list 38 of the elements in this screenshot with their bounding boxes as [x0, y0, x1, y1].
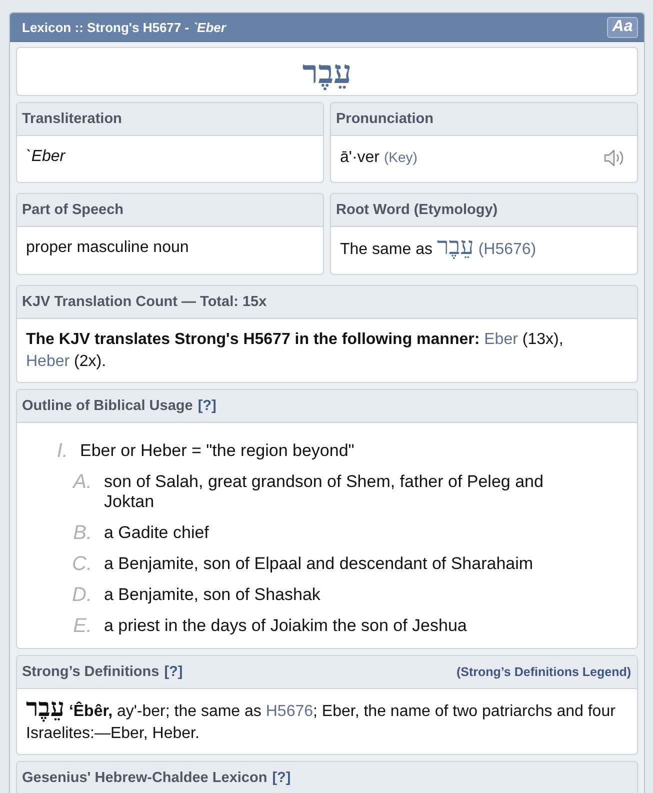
outline-marker: A.: [71, 472, 92, 495]
hebrew-headword: עֵבֶר: [302, 52, 352, 92]
pronunciation-text: ā'·ver (Key): [340, 148, 418, 168]
card-heading: Gesenius' Hebrew-Chaldee Lexicon: [22, 770, 268, 786]
legend-link[interactable]: (Strong’s Definitions Legend): [456, 665, 631, 679]
outline-text: a Benjamite, son of Shashak: [104, 585, 320, 605]
part-of-speech-text: proper masculine noun: [26, 239, 189, 256]
card-heading: Part of Speech: [22, 202, 124, 218]
strongs-number-link[interactable]: H5676: [266, 703, 314, 720]
key-link[interactable]: (Key): [384, 149, 418, 165]
outline-text: a priest in the days of Joiakim the son of Jeshua: [104, 616, 467, 636]
help-link[interactable]: [?]: [272, 770, 291, 786]
card-heading: Root Word (Etymology): [336, 202, 498, 218]
translation-link[interactable]: Eber: [484, 331, 518, 348]
translation-link[interactable]: Heber: [26, 353, 70, 370]
outline-marker: E.: [72, 616, 92, 636]
card-heading: Outline of Biblical Usage: [22, 398, 193, 414]
card-heading: Strong’s Definitions: [22, 664, 160, 680]
panel-title: Lexicon :: Strong's H5677 - `Eber: [22, 20, 226, 34]
font-size-button[interactable]: Aa: [607, 16, 638, 38]
outline-marker: I.: [56, 441, 68, 461]
outline-marker: B.: [72, 523, 92, 543]
outline-marker: D.: [71, 585, 92, 605]
strongs-number-link[interactable]: (H5676): [478, 241, 536, 258]
translation-text: The KJV translates Strong's H5677 in the following manner: Eber (13x), Heber (2x).: [26, 330, 564, 372]
transliteration-text: `Eber: [26, 148, 66, 165]
card-heading: Transliteration: [22, 111, 122, 127]
speaker-icon[interactable]: [604, 148, 626, 166]
outline-text: Eber or Heber = "the region beyond": [80, 441, 354, 461]
outline-text: a Gadite chief: [104, 523, 209, 543]
hebrew-word-link[interactable]: עֵבֶר: [436, 234, 474, 260]
card-heading: KJV Translation Count — Total: 15x: [22, 294, 267, 310]
outline-text: son of Salah, great grandson of Shem, father of Peleg and Joktan: [104, 472, 544, 512]
help-link[interactable]: [?]: [198, 398, 216, 414]
outline-text: a Benjamite, son of Elpaal and descendant of Sharahaim: [104, 554, 534, 574]
outline-marker: C.: [71, 554, 92, 574]
card-heading: Pronunciation: [336, 111, 434, 127]
help-link[interactable]: [?]: [164, 664, 183, 680]
